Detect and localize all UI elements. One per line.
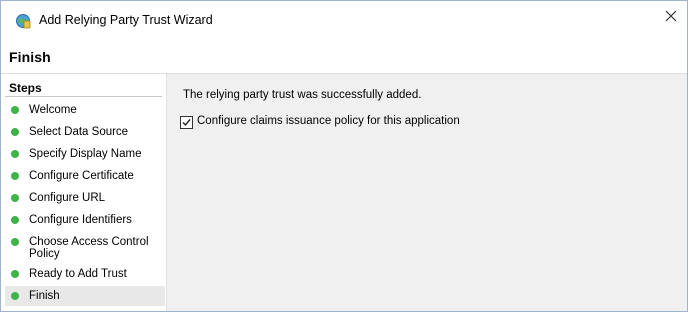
steps-header-divider bbox=[5, 96, 162, 97]
step-complete-icon bbox=[11, 172, 19, 180]
step-label: Choose Access Control Policy bbox=[29, 236, 149, 260]
steps-panel: Steps Welcome Select Data Source Specify… bbox=[1, 74, 167, 311]
step-specify-display-name: Specify Display Name bbox=[5, 146, 165, 162]
configure-claims-label[interactable]: Configure claims issuance policy for thi… bbox=[197, 115, 460, 127]
page-title: Finish bbox=[9, 49, 51, 65]
step-complete-icon bbox=[11, 128, 19, 136]
step-complete-icon bbox=[11, 106, 19, 114]
title-bar: Add Relying Party Trust Wizard bbox=[1, 1, 687, 37]
step-label: Select Data Source bbox=[29, 126, 129, 138]
checkmark-icon bbox=[182, 119, 191, 127]
wizard-window: Add Relying Party Trust Wizard Finish St… bbox=[0, 0, 688, 312]
step-label: Configure Identifiers bbox=[29, 214, 132, 226]
step-label: Ready to Add Trust bbox=[29, 268, 127, 280]
close-button[interactable] bbox=[655, 3, 687, 33]
step-configure-certificate: Configure Certificate bbox=[5, 168, 165, 184]
step-label: Finish bbox=[29, 290, 60, 302]
steps-header: Steps bbox=[9, 81, 42, 95]
step-ready-to-add-trust: Ready to Add Trust bbox=[5, 266, 165, 282]
step-configure-url: Configure URL bbox=[5, 190, 165, 206]
step-complete-icon bbox=[11, 238, 19, 246]
step-label: Welcome bbox=[29, 104, 77, 116]
step-label: Configure Certificate bbox=[29, 170, 134, 182]
step-complete-icon bbox=[11, 150, 19, 158]
wizard-header: Finish bbox=[1, 41, 687, 73]
step-choose-access-control-policy: Choose Access Control Policy bbox=[5, 234, 165, 262]
step-configure-identifiers: Configure Identifiers bbox=[5, 212, 165, 228]
step-complete-icon bbox=[11, 216, 19, 224]
relying-party-trust-icon bbox=[15, 13, 31, 29]
content-panel: The relying party trust was successfully… bbox=[167, 74, 687, 311]
step-finish: Finish bbox=[5, 286, 165, 306]
close-icon bbox=[665, 9, 677, 27]
step-label: Specify Display Name bbox=[29, 148, 142, 160]
step-complete-icon bbox=[11, 270, 19, 278]
success-message: The relying party trust was successfully… bbox=[183, 89, 422, 101]
step-label: Configure URL bbox=[29, 192, 106, 204]
window-title: Add Relying Party Trust Wizard bbox=[39, 13, 213, 27]
configure-claims-checkbox[interactable] bbox=[180, 116, 193, 129]
step-complete-icon bbox=[11, 194, 19, 202]
step-current-icon bbox=[11, 292, 19, 300]
step-welcome: Welcome bbox=[5, 102, 165, 118]
step-select-data-source: Select Data Source bbox=[5, 124, 165, 140]
